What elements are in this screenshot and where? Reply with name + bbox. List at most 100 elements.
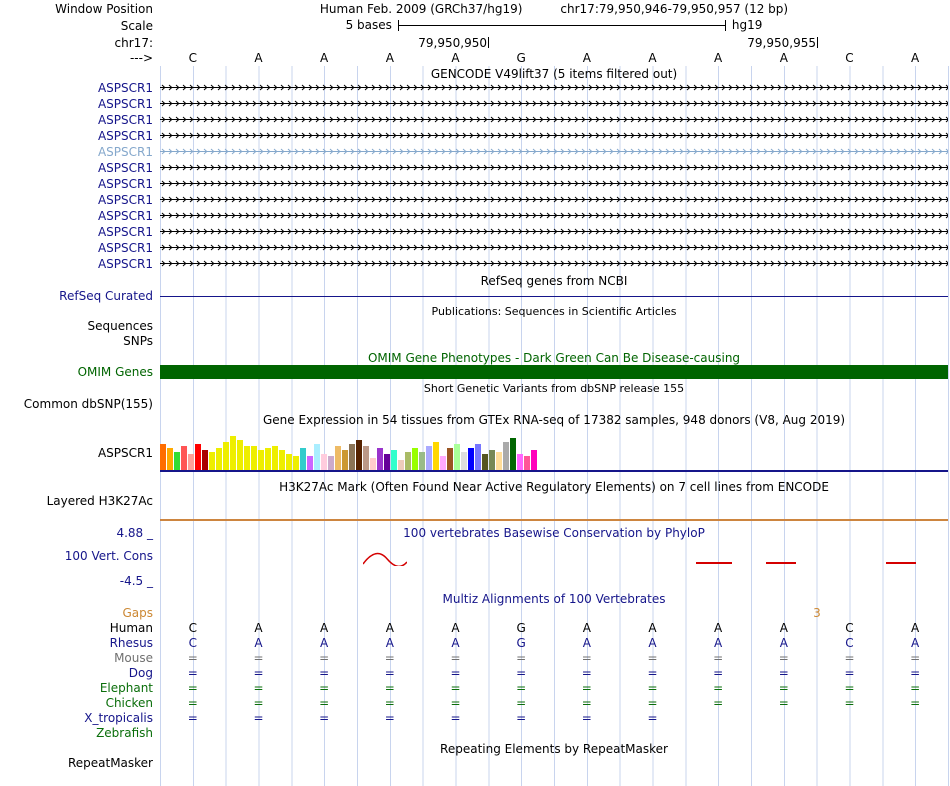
gencode-transcript-row[interactable]: ASPSCR1 [0, 81, 950, 95]
gtex-tissue-bar[interactable] [293, 456, 299, 470]
gtex-barchart[interactable] [160, 430, 948, 470]
gencode-transcript-label[interactable]: ASPSCR1 [0, 209, 153, 223]
h3k27ac-track-label[interactable]: Layered H3K27Ac [0, 494, 153, 508]
transcript-arrow-line[interactable] [160, 227, 948, 236]
gtex-tissue-bar[interactable] [265, 448, 271, 470]
gencode-transcript-row[interactable]: ASPSCR1 [0, 241, 950, 255]
gtex-tissue-bar[interactable] [496, 452, 502, 470]
gtex-tissue-bar[interactable] [335, 446, 341, 470]
gencode-transcript-row[interactable]: ASPSCR1 [0, 177, 950, 191]
gtex-tissue-bar[interactable] [321, 454, 327, 470]
transcript-arrow-line[interactable] [160, 83, 948, 92]
omim-gene-bar[interactable] [160, 365, 948, 379]
gtex-tissue-bar[interactable] [307, 456, 313, 470]
multiz-species-label[interactable]: X_tropicalis [0, 711, 153, 725]
gtex-tissue-bar[interactable] [244, 446, 250, 470]
refseq-track-label[interactable]: RefSeq Curated [0, 289, 153, 303]
transcript-arrow-line[interactable] [160, 179, 948, 188]
gtex-tissue-bar[interactable] [482, 454, 488, 470]
gencode-transcript-row[interactable]: ASPSCR1 [0, 257, 950, 271]
gtex-tissue-bar[interactable] [384, 454, 390, 470]
multiz-species-row[interactable]: = = = = = = = = = = = = [160, 696, 948, 710]
gencode-transcript-label[interactable]: ASPSCR1 [0, 81, 153, 95]
gtex-tissue-bar[interactable] [342, 450, 348, 470]
multiz-species-label[interactable]: Dog [0, 666, 153, 680]
gtex-tissue-bar[interactable] [300, 448, 306, 470]
gtex-tissue-bar[interactable] [363, 446, 369, 470]
gencode-transcript-label[interactable]: ASPSCR1 [0, 177, 153, 191]
gencode-transcript-row[interactable]: ASPSCR1 [0, 225, 950, 239]
gencode-transcript-row[interactable]: ASPSCR1 [0, 193, 950, 207]
gtex-tissue-bar[interactable] [398, 460, 404, 470]
multiz-species-label[interactable]: Elephant [0, 681, 153, 695]
sequences-track-label[interactable]: Sequences [0, 319, 153, 333]
gtex-tissue-bar[interactable] [279, 450, 285, 470]
multiz-gaps-label[interactable]: Gaps [0, 606, 153, 620]
gtex-tissue-bar[interactable] [356, 440, 362, 470]
dbsnp-track-label[interactable]: Common dbSNP(155) [0, 397, 153, 411]
gtex-tissue-bar[interactable] [230, 436, 236, 470]
gtex-tissue-bar[interactable] [517, 454, 523, 470]
gtex-tissue-bar[interactable] [447, 448, 453, 470]
gencode-transcript-row[interactable]: ASPSCR1 [0, 161, 950, 175]
transcript-arrow-line[interactable] [160, 147, 948, 156]
gtex-tissue-bar[interactable] [188, 454, 194, 470]
gtex-tissue-bar[interactable] [440, 456, 446, 470]
phylop-track-label[interactable]: 100 Vert. Cons [0, 549, 153, 563]
gtex-tissue-bar[interactable] [370, 458, 376, 470]
gtex-tissue-bar[interactable] [286, 454, 292, 470]
gtex-tissue-bar[interactable] [349, 444, 355, 470]
multiz-species-label[interactable]: Chicken [0, 696, 153, 710]
gtex-tissue-bar[interactable] [433, 442, 439, 470]
gencode-transcript-label[interactable]: ASPSCR1 [0, 225, 153, 239]
gtex-tissue-bar[interactable] [461, 452, 467, 470]
phylop-signal-area[interactable] [160, 538, 948, 586]
repeatmasker-track-label[interactable]: RepeatMasker [0, 756, 153, 770]
gtex-tissue-bar[interactable] [405, 452, 411, 470]
transcript-arrow-line[interactable] [160, 163, 948, 172]
gtex-tissue-bar[interactable] [314, 444, 320, 470]
multiz-species-row[interactable]: = = = = = = = = [160, 711, 948, 725]
gtex-tissue-bar[interactable] [209, 452, 215, 470]
multiz-species-label[interactable]: Human [0, 621, 153, 635]
multiz-species-row[interactable]: = = = = = = = = = = = = [160, 681, 948, 695]
gtex-tissue-bar[interactable] [251, 446, 257, 470]
gencode-transcript-label[interactable]: ASPSCR1 [0, 97, 153, 111]
multiz-species-row[interactable]: CAAAAGAAAACA [160, 621, 948, 635]
gencode-transcript-label[interactable]: ASPSCR1 [0, 257, 153, 271]
transcript-arrow-line[interactable] [160, 211, 948, 220]
gtex-tissue-bar[interactable] [223, 442, 229, 470]
gtex-tissue-bar[interactable] [510, 438, 516, 470]
h3k27ac-signal[interactable] [160, 519, 948, 521]
refseq-curated-item[interactable] [160, 296, 948, 297]
gencode-transcript-row[interactable]: ASPSCR1 [0, 97, 950, 111]
gencode-transcript-row[interactable]: ASPSCR1 [0, 113, 950, 127]
gtex-tissue-bar[interactable] [181, 446, 187, 470]
gtex-tissue-bar[interactable] [272, 446, 278, 470]
transcript-arrow-line[interactable] [160, 115, 948, 124]
snps-track-label[interactable]: SNPs [0, 334, 153, 348]
gtex-tissue-bar[interactable] [454, 444, 460, 470]
gencode-transcript-row[interactable]: ASPSCR1 [0, 145, 950, 159]
gtex-track-label[interactable]: ASPSCR1 [0, 446, 153, 460]
gencode-transcript-row[interactable]: ASPSCR1 [0, 129, 950, 143]
gencode-transcript-label[interactable]: ASPSCR1 [0, 161, 153, 175]
gtex-tissue-bar[interactable] [377, 448, 383, 470]
gtex-tissue-bar[interactable] [426, 446, 432, 470]
gencode-transcript-label[interactable]: ASPSCR1 [0, 241, 153, 255]
gtex-tissue-bar[interactable] [328, 456, 334, 470]
gencode-transcript-label[interactable]: ASPSCR1 [0, 113, 153, 127]
transcript-arrow-line[interactable] [160, 99, 948, 108]
multiz-species-row[interactable]: CAAAAGAAAACA [160, 636, 948, 650]
transcript-arrow-line[interactable] [160, 131, 948, 140]
gtex-tissue-bar[interactable] [160, 444, 166, 470]
multiz-species-label[interactable]: Zebrafish [0, 726, 153, 740]
transcript-arrow-line[interactable] [160, 243, 948, 252]
gencode-transcript-label[interactable]: ASPSCR1 [0, 129, 153, 143]
gtex-tissue-bar[interactable] [391, 450, 397, 470]
transcript-arrow-line[interactable] [160, 195, 948, 204]
gtex-tissue-bar[interactable] [202, 450, 208, 470]
gtex-tissue-bar[interactable] [258, 450, 264, 470]
gtex-tissue-bar[interactable] [531, 450, 537, 470]
gtex-tissue-bar[interactable] [237, 440, 243, 470]
